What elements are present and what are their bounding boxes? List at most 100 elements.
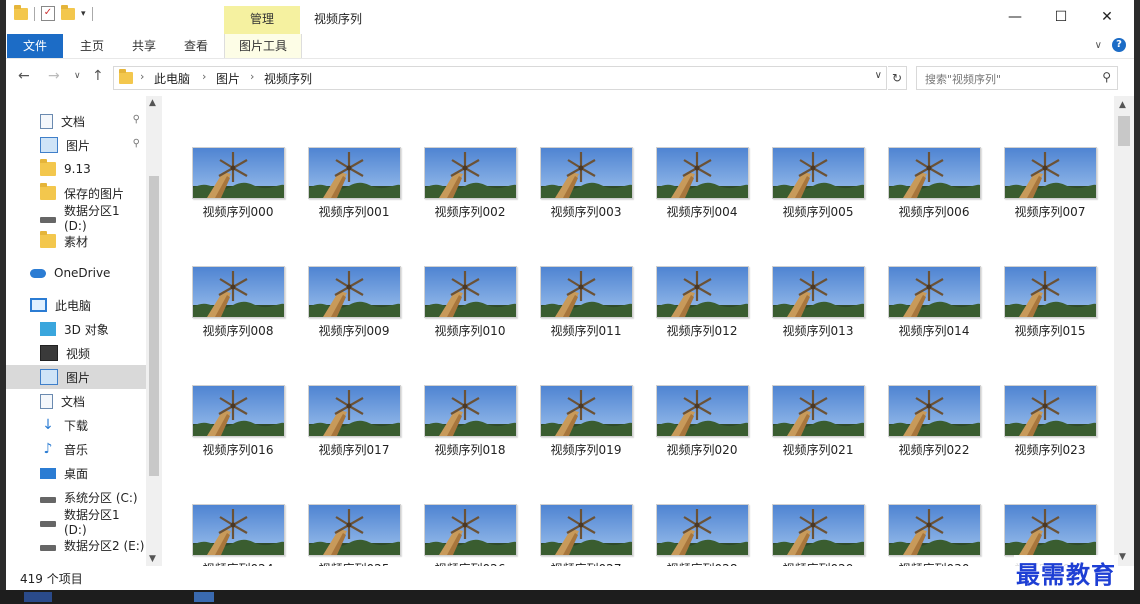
sidebar-item[interactable]: 数据分区2 (E:) — [6, 533, 146, 557]
image-thumbnail[interactable] — [424, 147, 517, 199]
sidebar-item[interactable]: 此电脑 — [6, 293, 146, 317]
scrollbar-thumb[interactable] — [149, 176, 159, 476]
breadcrumb-this-pc[interactable]: 此电脑 — [154, 70, 190, 87]
file-item[interactable]: 视频序列008 — [188, 266, 288, 346]
close-button[interactable]: ✕ — [1084, 0, 1130, 34]
file-item[interactable]: 视频序列030 — [884, 504, 984, 566]
scroll-down-icon[interactable]: ▼ — [1119, 552, 1126, 562]
image-thumbnail[interactable] — [192, 266, 285, 318]
tab-share[interactable]: 共享 — [120, 34, 168, 58]
image-thumbnail[interactable] — [656, 504, 749, 556]
scrollbar-thumb[interactable] — [1118, 116, 1130, 146]
image-thumbnail[interactable] — [1004, 266, 1097, 318]
file-item[interactable]: 视频序列026 — [420, 504, 520, 566]
sidebar-item[interactable]: ♪ 音乐 — [6, 437, 146, 461]
file-item[interactable]: 视频序列023 — [1000, 385, 1100, 465]
file-item[interactable]: 视频序列019 — [536, 385, 636, 465]
image-thumbnail[interactable] — [192, 147, 285, 199]
expand-ribbon-icon[interactable]: ∨ — [1095, 40, 1102, 51]
address-bar[interactable]: › 此电脑 › 图片 › 视频序列 ∨ — [113, 66, 887, 90]
image-thumbnail[interactable] — [656, 385, 749, 437]
sidebar-item[interactable]: OneDrive — [6, 261, 146, 285]
image-thumbnail[interactable] — [772, 504, 865, 556]
search-box[interactable]: 搜索"视频序列" ⚲ — [916, 66, 1118, 90]
image-thumbnail[interactable] — [540, 147, 633, 199]
sidebar-item[interactable]: ↓ 下载 — [6, 413, 146, 437]
file-item[interactable]: 视频序列013 — [768, 266, 868, 346]
image-thumbnail[interactable] — [656, 147, 749, 199]
folder-icon[interactable] — [14, 4, 28, 20]
image-thumbnail[interactable] — [1004, 385, 1097, 437]
file-item[interactable]: 视频序列010 — [420, 266, 520, 346]
recent-locations-button[interactable]: ∨ — [74, 71, 81, 81]
sidebar-item[interactable]: 图片 — [6, 365, 146, 389]
image-thumbnail[interactable] — [772, 147, 865, 199]
image-thumbnail[interactable] — [772, 385, 865, 437]
image-thumbnail[interactable] — [308, 266, 401, 318]
tab-manage[interactable]: 管理 — [224, 6, 300, 34]
image-thumbnail[interactable] — [888, 266, 981, 318]
file-item[interactable]: 视频序列007 — [1000, 147, 1100, 227]
chevron-right-icon[interactable]: › — [250, 70, 254, 83]
tab-home[interactable]: 主页 — [68, 34, 116, 58]
sidebar-item[interactable]: 桌面 — [6, 461, 146, 485]
file-item[interactable]: 视频序列006 — [884, 147, 984, 227]
file-item[interactable]: 视频序列016 — [188, 385, 288, 465]
taskbar-app[interactable] — [24, 592, 52, 602]
file-item[interactable]: 视频序列001 — [304, 147, 404, 227]
sidebar-item[interactable]: 素材 — [6, 229, 146, 253]
file-item[interactable]: 视频序列004 — [652, 147, 752, 227]
sidebar-item[interactable]: 文档 — [6, 389, 146, 413]
file-item[interactable]: 视频序列003 — [536, 147, 636, 227]
breadcrumb-pictures[interactable]: 图片 — [216, 70, 240, 87]
tab-view[interactable]: 查看 — [172, 34, 220, 58]
image-thumbnail[interactable] — [308, 504, 401, 556]
image-thumbnail[interactable] — [308, 385, 401, 437]
file-item[interactable]: 视频序列015 — [1000, 266, 1100, 346]
breadcrumb-video-sequence[interactable]: 视频序列 — [264, 70, 312, 87]
file-item[interactable]: 视频序列000 — [188, 147, 288, 227]
file-item[interactable]: 视频序列009 — [304, 266, 404, 346]
image-thumbnail[interactable] — [656, 266, 749, 318]
forward-button[interactable]: → — [48, 68, 60, 84]
scroll-down-icon[interactable]: ▼ — [149, 554, 156, 564]
file-item[interactable]: 视频序列020 — [652, 385, 752, 465]
search-icon[interactable]: ⚲ — [1102, 70, 1111, 84]
image-thumbnail[interactable] — [424, 504, 517, 556]
file-item[interactable]: 视频序列028 — [652, 504, 752, 566]
scroll-up-icon[interactable]: ▲ — [149, 98, 156, 108]
pin-icon[interactable]: ⚲ — [133, 138, 140, 149]
image-thumbnail[interactable] — [888, 504, 981, 556]
image-thumbnail[interactable] — [308, 147, 401, 199]
up-button[interactable]: ↑ — [92, 68, 104, 84]
image-thumbnail[interactable] — [888, 147, 981, 199]
image-thumbnail[interactable] — [540, 266, 633, 318]
file-item[interactable]: 视频序列021 — [768, 385, 868, 465]
file-item[interactable]: 视频序列029 — [768, 504, 868, 566]
properties-icon[interactable]: ✓ — [41, 6, 55, 21]
file-item[interactable]: 视频序列005 — [768, 147, 868, 227]
help-icon[interactable]: ? — [1112, 38, 1126, 52]
pin-icon[interactable]: ⚲ — [133, 114, 140, 125]
file-item[interactable]: 视频序列017 — [304, 385, 404, 465]
image-thumbnail[interactable] — [1004, 147, 1097, 199]
file-item[interactable]: 视频序列024 — [188, 504, 288, 566]
scroll-up-icon[interactable]: ▲ — [1119, 100, 1126, 110]
image-thumbnail[interactable] — [1004, 504, 1097, 556]
tab-picture-tools[interactable]: 图片工具 — [224, 34, 302, 58]
address-dropdown-icon[interactable]: ∨ — [875, 70, 882, 81]
tab-file[interactable]: 文件 — [7, 34, 63, 58]
back-button[interactable]: ← — [18, 68, 30, 84]
file-item[interactable]: 视频序列014 — [884, 266, 984, 346]
image-thumbnail[interactable] — [424, 385, 517, 437]
file-item[interactable]: 视频序列011 — [536, 266, 636, 346]
file-grid-scrollbar[interactable]: ▲ ▼ — [1114, 96, 1134, 566]
sidebar-item[interactable]: 图片 ⚲ — [6, 133, 146, 157]
file-item[interactable]: 视频序列027 — [536, 504, 636, 566]
file-item[interactable]: 视频序列002 — [420, 147, 520, 227]
image-thumbnail[interactable] — [772, 266, 865, 318]
chevron-right-icon[interactable]: › — [202, 70, 206, 83]
minimize-button[interactable]: — — [992, 0, 1038, 34]
navigation-pane-scrollbar[interactable]: ▲ ▼ — [146, 96, 162, 566]
customize-toolbar-icon[interactable]: ▾ — [81, 9, 86, 19]
